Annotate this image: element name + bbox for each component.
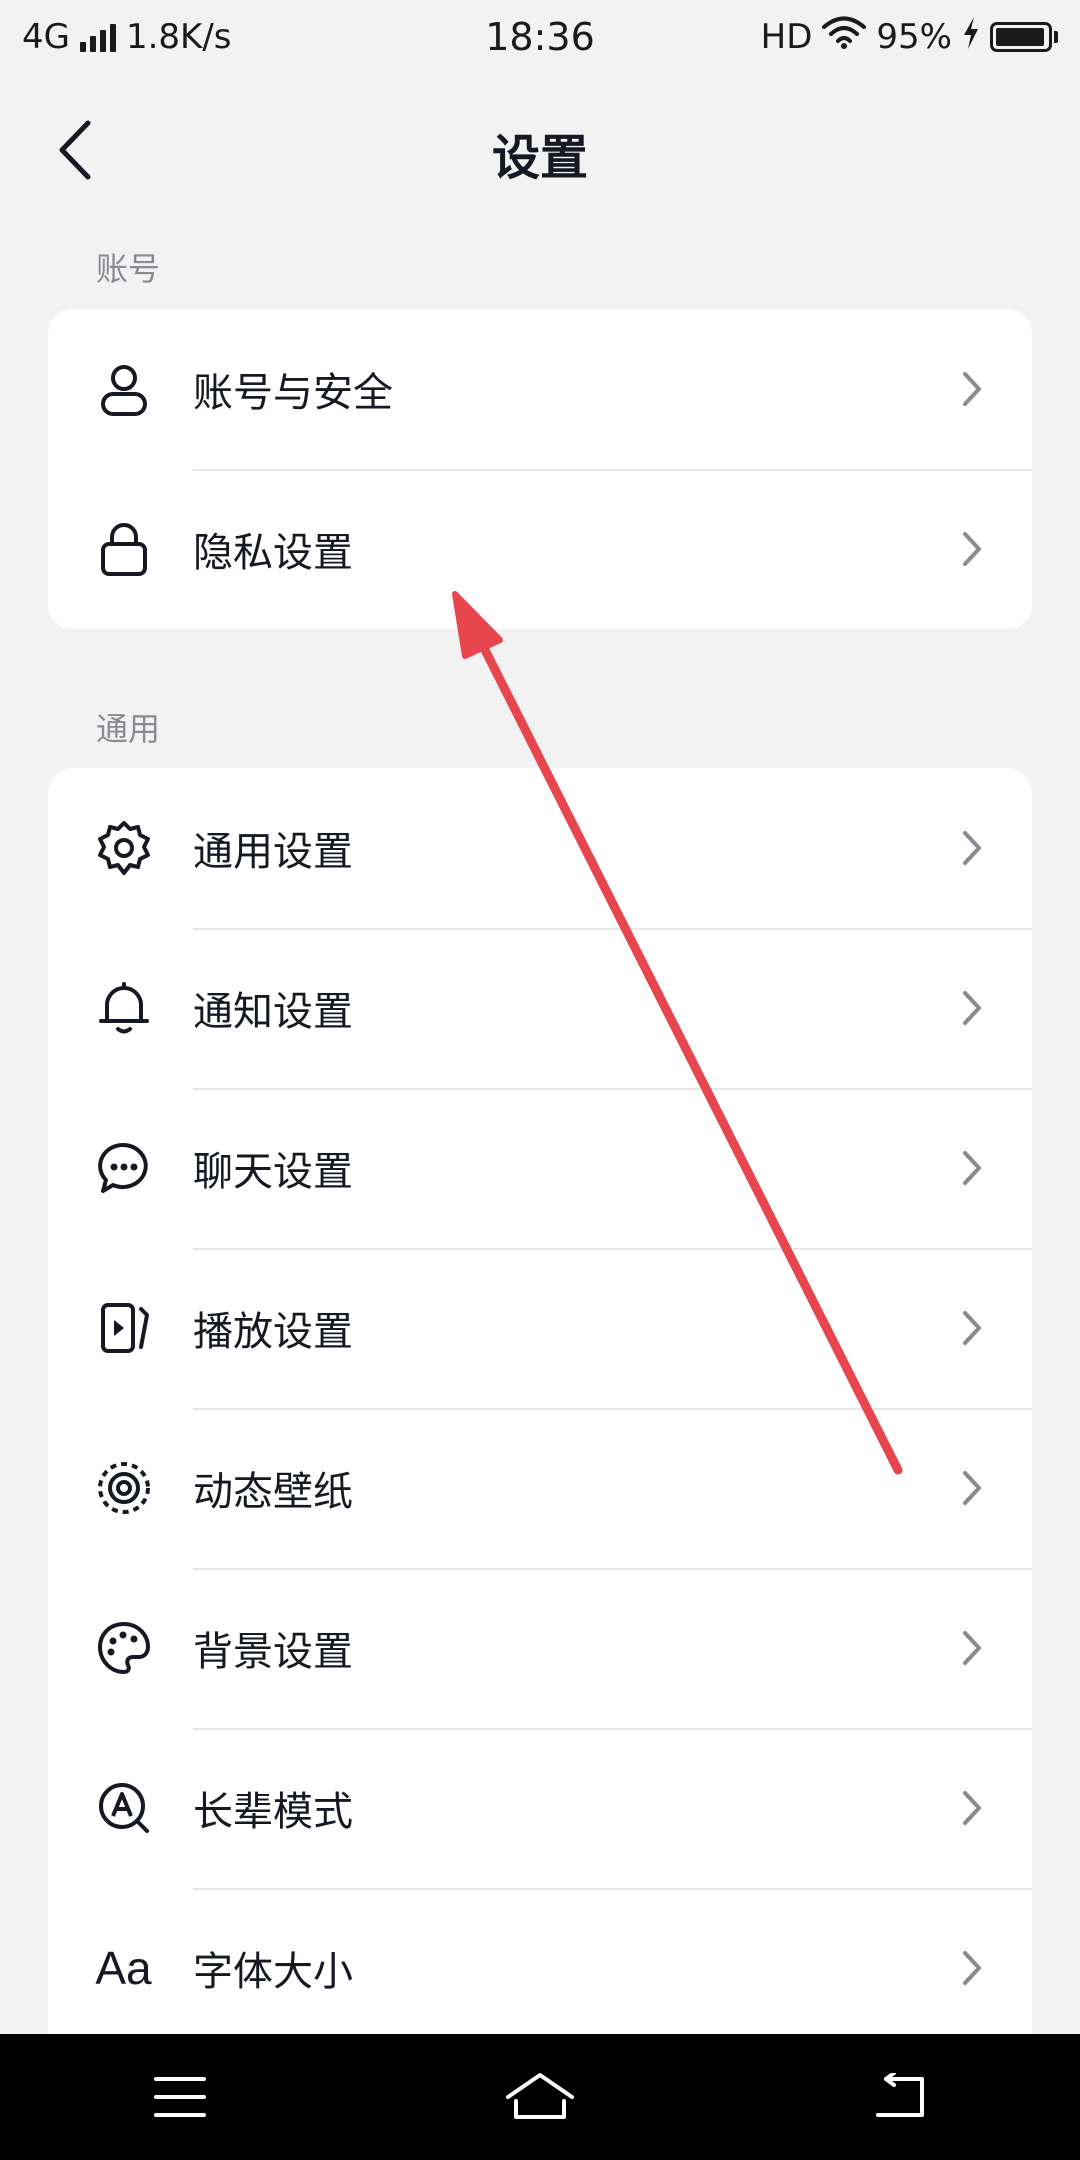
chat-bubble-icon [48,1088,193,1248]
chevron-right-icon [952,1788,1032,1828]
settings-screen: 4G 1.8K/s 18:36 HD 95% 设置 账号 账号与安全 隐私设置 … [0,0,1080,2160]
settings-item-playback[interactable]: 播放设置 [48,1248,1032,1408]
menu-icon [154,2077,206,2117]
network-speed: 1.8K/s [125,17,232,57]
chevron-right-icon [952,1148,1032,1188]
settings-item-chat[interactable]: 聊天设置 [48,1088,1032,1248]
gear-icon [48,768,193,928]
settings-item-background[interactable]: 背景设置 [48,1568,1032,1728]
lock-icon [48,469,193,629]
back-nav-button[interactable] [830,2047,970,2147]
settings-item-general[interactable]: 通用设置 [48,768,1032,928]
signal-icon [79,22,116,52]
home-icon [506,2073,574,2119]
hd-badge: HD [760,17,813,57]
settings-item-privacy[interactable]: 隐私设置 [48,469,1032,629]
account-card: 账号与安全 隐私设置 [48,309,1032,629]
chevron-right-icon [952,1468,1032,1508]
back-arrow-icon [59,120,91,180]
back-button[interactable] [44,114,104,186]
chevron-right-icon [952,529,1032,569]
live-wallpaper-icon [48,1408,193,1568]
chevron-right-icon [952,1308,1032,1348]
settings-item-label: 通知设置 [193,989,353,1035]
settings-item-label: 播放设置 [193,1309,353,1355]
home-button[interactable] [470,2047,610,2147]
chevron-right-icon [952,828,1032,868]
status-right: HD 95% [761,16,1058,59]
settings-item-elder-mode[interactable]: 长辈模式 [48,1728,1032,1888]
settings-item-label: 通用设置 [193,829,353,875]
general-card: 通用设置 通知设置 聊天设置 播放设置 动态壁纸 背景设置 长辈模式 Aa 字体… [48,768,1032,2034]
wifi-icon [822,16,867,59]
settings-item-label: 长辈模式 [193,1789,353,1835]
settings-item-label: 字体大小 [193,1949,353,1995]
play-screen-icon [48,1248,193,1408]
chevron-right-icon [952,1628,1032,1668]
network-type: 4G [22,17,70,57]
settings-item-label: 动态壁纸 [193,1469,353,1515]
settings-item-account-security[interactable]: 账号与安全 [48,309,1032,469]
font-size-icon-text: Aa [95,1942,152,1994]
status-left: 4G 1.8K/s [22,17,232,57]
section-label-account: 账号 [96,250,161,288]
settings-item-label: 隐私设置 [193,530,353,576]
charging-icon [962,16,980,58]
settings-item-label: 账号与安全 [193,370,393,416]
chevron-right-icon [952,369,1032,409]
settings-item-live-wallpaper[interactable]: 动态壁纸 [48,1408,1032,1568]
palette-icon [48,1568,193,1728]
settings-item-label: 背景设置 [193,1629,353,1675]
status-bar: 4G 1.8K/s 18:36 HD 95% [0,0,1080,74]
chevron-right-icon [952,988,1032,1028]
return-icon [876,2073,924,2117]
section-label-general: 通用 [96,710,161,748]
menu-button[interactable] [110,2047,250,2147]
elder-mode-icon [48,1728,193,1888]
system-nav-bar [0,2034,1080,2160]
battery-percent: 95% [876,17,952,57]
bell-icon [48,928,193,1088]
settings-item-label: 聊天设置 [193,1149,353,1195]
battery-icon [990,22,1058,52]
page-title: 设置 [491,130,588,186]
person-icon [48,309,193,469]
settings-item-font-size[interactable]: Aa 字体大小 [48,1888,1032,2034]
settings-item-notification[interactable]: 通知设置 [48,928,1032,1088]
header: 设置 [0,74,1080,228]
font-size-icon: Aa [48,1888,193,2034]
chevron-right-icon [952,1948,1032,1988]
